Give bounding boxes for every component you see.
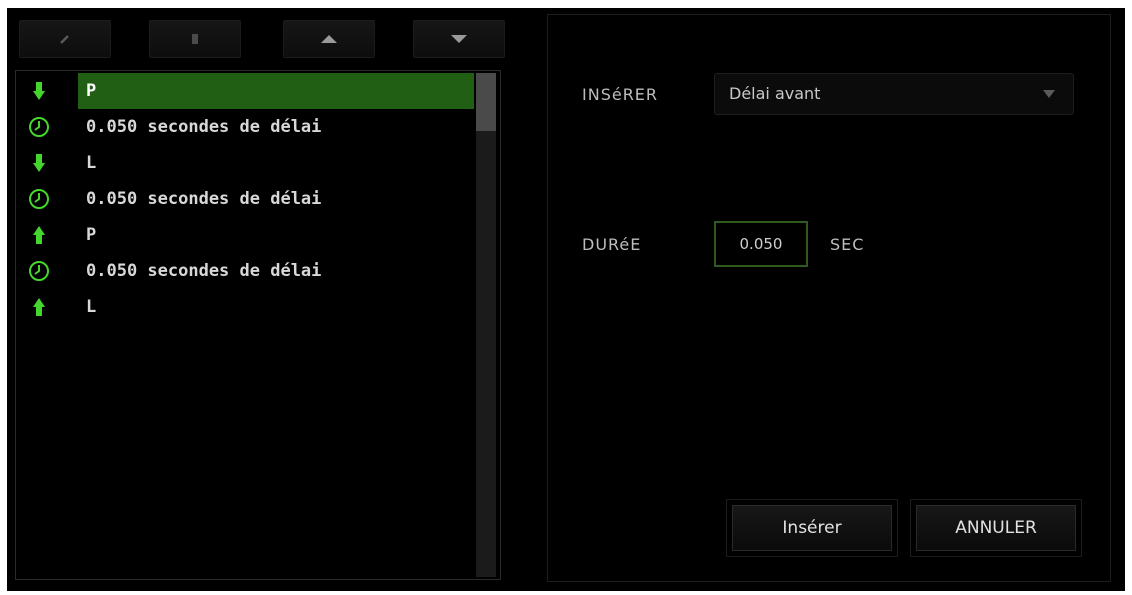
list-item-label: 0.050 secondes de délai xyxy=(86,117,322,137)
list-item-label: L xyxy=(86,297,97,317)
key-down-arrow-icon xyxy=(28,80,50,102)
list-item[interactable]: 0.050 secondes de délai xyxy=(16,109,474,145)
arrow-down-icon xyxy=(451,35,467,43)
list-item-label: L xyxy=(86,153,97,173)
clock-icon xyxy=(28,116,50,138)
list-item[interactable]: 0.050 secondes de délai xyxy=(16,181,474,217)
edit-button[interactable] xyxy=(19,20,111,58)
list-item[interactable]: P xyxy=(16,217,474,253)
duration-unit-label: SEC xyxy=(830,235,865,254)
insert-type-value: Délai avant xyxy=(729,84,821,103)
list-item[interactable]: L xyxy=(16,145,474,181)
move-up-button[interactable] xyxy=(283,20,375,58)
cancel-button[interactable]: ANNULER xyxy=(916,505,1076,551)
scrollbar-thumb[interactable] xyxy=(476,73,496,131)
key-up-arrow-icon xyxy=(28,224,50,246)
insert-type-select[interactable]: Délai avant xyxy=(714,73,1074,115)
list-item-label: P xyxy=(78,73,474,109)
pencil-icon xyxy=(60,35,69,44)
macro-editor-window: P 0.050 secondes de délai L 0.050 second… xyxy=(7,8,1125,591)
key-up-arrow-icon xyxy=(28,296,50,318)
clock-icon xyxy=(28,260,50,282)
list-scrollbar[interactable] xyxy=(476,73,496,577)
macro-events-list: P 0.050 secondes de délai L 0.050 second… xyxy=(15,70,501,580)
list-toolbar xyxy=(19,20,505,60)
list-item-label: P xyxy=(86,225,97,245)
delete-button[interactable] xyxy=(149,20,241,58)
chevron-down-icon xyxy=(1043,90,1055,98)
list-item-label: 0.050 secondes de délai xyxy=(86,261,322,281)
duration-input[interactable]: 0.050 xyxy=(714,221,808,267)
list-item[interactable]: 0.050 secondes de délai xyxy=(16,253,474,289)
insert-button-frame: Insérer xyxy=(726,499,898,557)
list-item-label: 0.050 secondes de délai xyxy=(86,189,322,209)
cancel-button-frame: ANNULER xyxy=(910,499,1082,557)
arrow-up-icon xyxy=(321,35,337,43)
insert-event-panel: INSéRER Délai avant DURéE 0.050 SEC Insé… xyxy=(547,14,1111,582)
macro-list-panel: P 0.050 secondes de délai L 0.050 second… xyxy=(15,14,507,582)
clock-icon xyxy=(28,188,50,210)
list-item[interactable]: L xyxy=(16,289,474,325)
list-item[interactable]: P xyxy=(16,73,474,109)
insert-button[interactable]: Insérer xyxy=(732,505,892,551)
trash-icon xyxy=(192,34,198,44)
duration-label: DURéE xyxy=(582,235,642,254)
move-down-button[interactable] xyxy=(413,20,505,58)
key-down-arrow-icon xyxy=(28,152,50,174)
insert-label: INSéRER xyxy=(582,85,659,104)
